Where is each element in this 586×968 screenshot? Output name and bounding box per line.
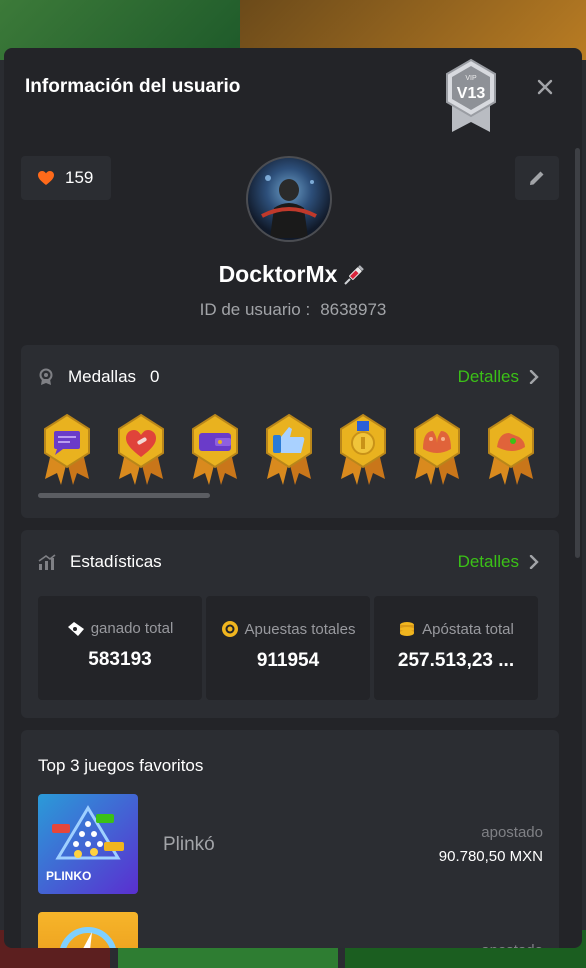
stat-total-wagered: Apóstata total 257.513,23 ... [374,596,538,700]
game-bet-value: 90.780,50 MXN [438,848,543,865]
ticket-icon [67,621,84,636]
stats-grid: ganado total 583193 Apuestas totales 911… [38,596,538,700]
modal-scrollbar[interactable] [575,148,580,558]
avatar [246,156,332,242]
medal-thumbs-up-icon [266,413,312,485]
username-text: DocktorMx [218,261,338,287]
stat-total-bets: Apuestas totales 911954 [206,596,370,700]
medals-details-link[interactable]: Detalles [458,367,539,387]
game-bet-label: apostado [481,942,543,948]
user-id-label: ID de usuario : [199,300,311,319]
heart-icon [38,171,54,185]
medal-heart-icon [118,413,164,485]
chip-icon [221,621,238,637]
modal-title: Información del usuario [25,76,241,97]
stat-label: Apuestas totales [244,620,356,638]
favorite-game-row[interactable]: apostado [38,912,543,948]
stat-value: 583193 [88,649,152,670]
stat-value: 911954 [256,650,320,671]
username: DocktorMx [4,261,582,288]
medal-icon [39,368,53,385]
stat-value: 257.513,23 ... [397,650,515,671]
user-id-value: 8638973 [320,300,387,319]
medals-scrollbar[interactable] [38,493,210,498]
stats-chart-icon [38,554,56,570]
medals-card: Medallas 0 Detalles [21,345,559,518]
medal-chat-icon [44,413,90,485]
stats-details-label: Detalles [457,552,519,571]
medal-coin-icon [340,413,386,485]
medal-wallet-icon [192,413,238,485]
medal-hands-2-icon [488,413,534,485]
medals-list[interactable] [39,413,539,485]
stat-label: Apóstata total [422,620,514,638]
medals-title: Medallas [68,367,137,386]
favorite-games-card: Top 3 juegos favoritos PLINKO Plinkó apo… [21,730,559,948]
stats-card: Estadísticas Detalles ganado total 58319… [21,530,559,718]
stats-details-link[interactable]: Detalles [458,552,539,572]
medals-count: 0 [150,367,160,386]
like-button[interactable]: 159 [21,156,111,200]
game-name[interactable]: Plinkó [163,834,215,856]
medal-hands-icon [414,413,460,485]
game-thumbnail[interactable] [38,912,138,948]
medals-header: Medallas 0 [38,367,160,387]
game-thumb-text: PLINKO [46,869,91,883]
close-icon [537,79,553,95]
close-button[interactable] [532,74,558,100]
stat-total-won: ganado total 583193 [38,596,202,700]
chevron-right-icon [529,555,539,569]
game-bet-label: apostado [481,824,543,841]
vip-tag: VIP [465,75,477,82]
stats-header: Estadísticas [38,552,162,572]
favorite-game-row[interactable]: PLINKO Plinkó apostado 90.780,50 MXN [38,794,543,894]
favorite-games-title: Top 3 juegos favoritos [38,756,204,775]
vip-badge: VIP V13 [444,58,498,134]
stats-title: Estadísticas [70,552,162,571]
edit-profile-button[interactable] [515,156,559,200]
game-thumbnail-plinko[interactable]: PLINKO [38,794,138,894]
like-count: 159 [65,168,94,187]
medals-details-label: Detalles [457,367,519,386]
vip-level: V13 [457,85,486,102]
stat-label: ganado total [90,620,174,637]
syringe-icon [344,264,365,285]
pencil-icon [530,171,544,185]
coins-stack-icon [400,622,415,636]
user-info-modal: Información del usuario VIP V13 159 Dock… [4,48,582,948]
user-id: ID de usuario : 8638973 [4,300,582,320]
chevron-right-icon [529,370,539,384]
